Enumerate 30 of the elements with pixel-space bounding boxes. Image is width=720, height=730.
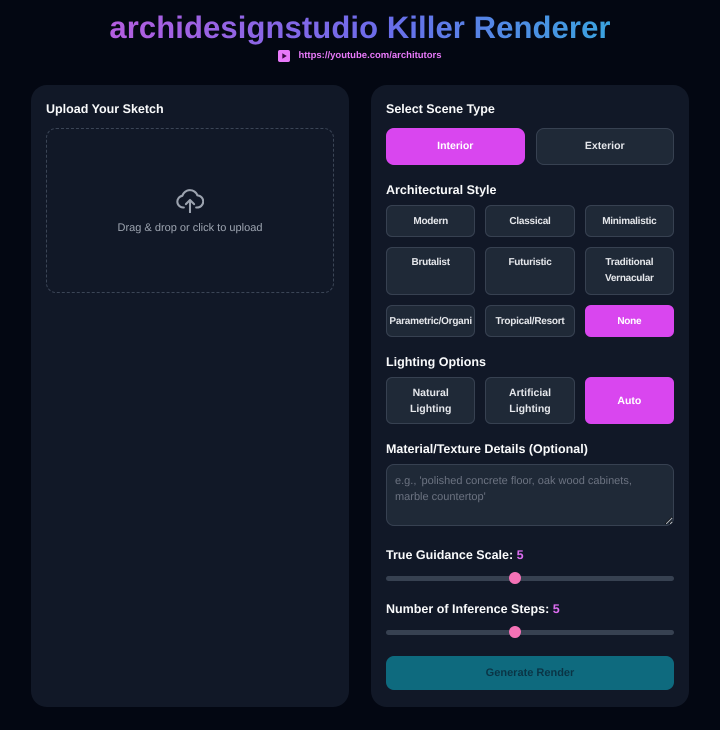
material-details-field[interactable]: e.g., 'polished concrete floor, oak wood cabinets, marble countertop'	[386, 464, 674, 526]
slider-thumb[interactable]	[508, 626, 521, 638]
lighting-option-button[interactable]: Natural Lighting	[386, 377, 476, 424]
slider-value: 5	[552, 602, 560, 616]
slider-thumb[interactable]	[508, 572, 521, 584]
channel-link[interactable]: https://youtube.com/architutors	[298, 50, 442, 62]
lighting-option-button[interactable]: Artificial Lighting	[485, 377, 575, 424]
cloud-upload-icon	[176, 186, 204, 212]
slider-track[interactable]	[386, 572, 674, 584]
dropzone-text: Drag & drop or click to upload	[118, 220, 262, 234]
slider-label: True Guidance Scale:	[386, 548, 514, 562]
slider-label: Number of Inference Steps:	[386, 602, 550, 616]
panel-heading: Upload Your Sketch	[46, 101, 165, 117]
video-play-icon	[278, 50, 290, 62]
upload-dropzone[interactable]: Drag & drop or click to upload	[46, 128, 334, 293]
style-option-button[interactable]: Traditional Vernacular	[584, 247, 674, 295]
section-heading: Architectural Style	[386, 182, 498, 198]
style-option-button[interactable]: Modern	[386, 205, 476, 237]
style-option-button[interactable]: Classical	[485, 205, 575, 237]
section-heading: Lighting Options	[386, 354, 487, 370]
slider-value: 5	[516, 548, 524, 562]
section-heading: Material/Texture Details (Optional)	[386, 441, 589, 457]
section-heading: Select Scene Type	[386, 101, 496, 117]
style-option-button[interactable]: Brutalist	[386, 247, 476, 295]
style-option-button[interactable]: Tropical/Resort	[485, 305, 575, 337]
style-option-button[interactable]: Parametric/Organi	[386, 305, 476, 337]
style-option-button[interactable]: Futuristic	[485, 247, 575, 295]
slider-track[interactable]	[386, 626, 674, 638]
scene-type-button[interactable]: Exterior	[536, 128, 674, 165]
style-option-button[interactable]: Minimalistic	[584, 205, 674, 237]
